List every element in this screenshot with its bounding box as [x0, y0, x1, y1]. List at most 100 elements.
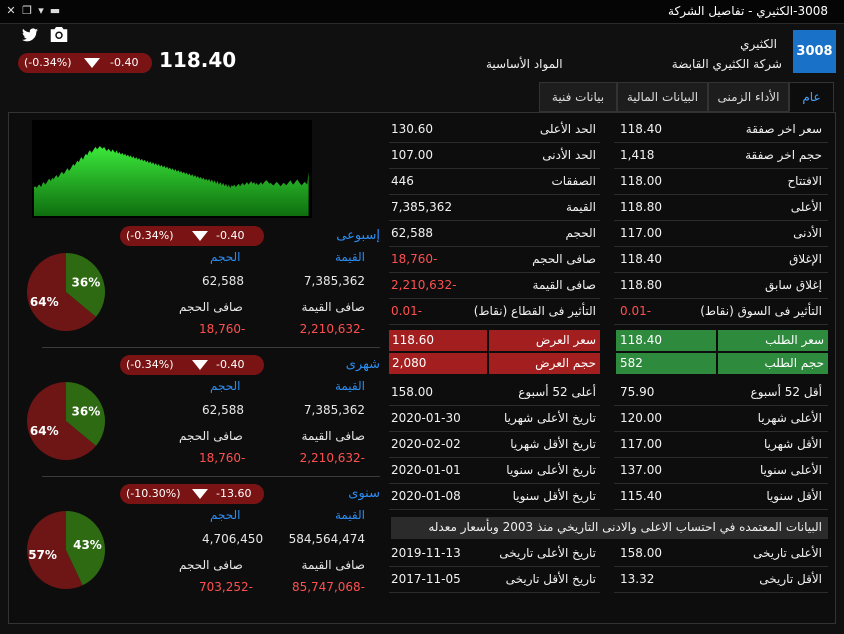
- range-mid-label: تاريخ الأعلى شهريا: [503, 411, 596, 425]
- range-table-right: 75.90 أقل 52 أسبوع 120.00 الأعلى شهريا 117.0…: [614, 380, 828, 510]
- market-mid-label: التأثير فى القطاع (نقاط): [473, 304, 596, 318]
- market-right-value: 118.80: [620, 278, 662, 292]
- intraday-chart: [32, 120, 312, 218]
- buy-sell-pie: 36% 64%: [26, 253, 105, 331]
- net-volume-label: صافى الحجم: [179, 429, 243, 443]
- restore-icon[interactable]: ❐: [20, 4, 34, 18]
- range-right-row: 120.00 الأعلى شهريا: [614, 406, 828, 432]
- market-mid-label: صافى القيمة: [532, 278, 596, 292]
- range-right-value: 75.90: [620, 385, 655, 399]
- net-volume: 703,252-: [199, 580, 253, 594]
- range-right-value: 115.40: [620, 489, 662, 503]
- ask-price-label-cell: سعر العرض: [489, 330, 600, 351]
- market-mid-value: 18,760-: [391, 252, 438, 266]
- range-right-value: 137.00: [620, 463, 662, 477]
- pie-label-sell: 64%: [30, 295, 59, 309]
- market-mid-row: 107.00 الحد الأدنى: [389, 143, 600, 169]
- range-mid-label: تاريخ الأعلى سنويا: [506, 463, 596, 477]
- chevron-down-icon[interactable]: ▾: [34, 4, 48, 18]
- tab-financials[interactable]: البيانات المالية: [617, 82, 708, 112]
- market-right-value: 0.01-: [620, 304, 652, 318]
- range-right-label: أقل 52 أسبوع: [750, 385, 822, 399]
- market-right-value: 117.00: [620, 226, 662, 240]
- change-pill: (-0.34%) -0.40: [18, 53, 152, 73]
- net-value-label: صافى القيمة: [301, 429, 365, 443]
- range-right-value: 120.00: [620, 411, 662, 425]
- period-change-pill: (-0.34%) -0.40: [120, 355, 264, 375]
- net-value: 2,210,632-: [299, 451, 365, 465]
- period-change-value: -13.60: [216, 487, 252, 500]
- period-separator: [42, 476, 380, 477]
- historical-note: البيانات المعتمده في احتساب الاعلى والاد…: [391, 517, 828, 539]
- market-right-value: 118.80: [620, 200, 662, 214]
- market-right-label: التأثير فى السوق (نقاط): [700, 304, 822, 318]
- twitter-icon[interactable]: [22, 28, 42, 46]
- minimize-icon[interactable]: ▬: [48, 4, 62, 18]
- window-title: 3008-الكثيري - تفاصيل الشركة: [668, 4, 828, 18]
- market-right-label: الأعلى: [790, 200, 822, 214]
- ask-volume: 2,080: [392, 356, 427, 370]
- ask-volume-label-cell: حجم العرض: [489, 353, 600, 374]
- market-mid-label: الصفقات: [551, 174, 597, 188]
- period-change-value: -0.40: [216, 358, 245, 371]
- bid-price: 118.40: [620, 333, 662, 347]
- tab-general[interactable]: عام: [789, 82, 834, 112]
- market-right-value: 1,418: [620, 148, 655, 162]
- period-panel: شهرى (-0.34%) -0.40 القيمة الحجم 7,385,362 62,…: [14, 351, 380, 477]
- range-mid-row: 2020-01-08 تاريخ الأقل سنويا: [389, 484, 600, 510]
- market-mid-row: 62,588 الحجم: [389, 221, 600, 247]
- tab-technical[interactable]: بيانات فنية: [539, 82, 617, 112]
- market-mid-value: 107.00: [391, 148, 433, 162]
- volume: 4,706,450: [202, 532, 264, 546]
- ask-price-label: سعر العرض: [535, 333, 596, 347]
- value: 7,385,362: [303, 403, 365, 417]
- camera-icon[interactable]: [50, 27, 70, 45]
- sector-name: المواد الأساسية: [486, 57, 563, 71]
- range-right-label: الأقل سنويا: [766, 489, 822, 503]
- period-change-value: -0.40: [216, 229, 245, 242]
- range-mid-label: تاريخ الأقل شهريا: [510, 437, 596, 451]
- volume: 62,588: [202, 274, 244, 288]
- last-price: 118.40: [159, 48, 237, 72]
- volume-label: الحجم: [210, 379, 241, 393]
- range-mid-label: تاريخ الأقل سنويا: [512, 489, 596, 503]
- pie-label-sell: 64%: [30, 424, 59, 438]
- period-label: شهرى: [345, 357, 380, 372]
- market-table-right: 118.40 سعر اخر صفقة 1,418 حجم اخر صفقة 118.0…: [614, 117, 828, 325]
- hist-right-value: 158.00: [620, 546, 662, 560]
- market-right-label: سعر اخر صفقة: [745, 122, 822, 136]
- hist-mid-label: تاريخ الأقل تاريخى: [505, 572, 596, 586]
- period-panels: إسبوعى (-0.34%) -0.40 القيمة الحجم 7,385,362 6…: [14, 222, 380, 622]
- tab-time-performance[interactable]: الأداء الزمنى: [708, 82, 789, 112]
- buy-sell-pie: 36% 64%: [26, 382, 105, 460]
- market-mid-value: 130.60: [391, 122, 433, 136]
- historical-table-right: 158.00 الأعلى تاريخى 13.32 الأقل تاريخى: [614, 541, 828, 593]
- market-right-row: 118.80 إغلاق سابق: [614, 273, 828, 299]
- range-mid-value: 2020-01-01: [391, 463, 461, 477]
- net-volume-label: صافى الحجم: [179, 558, 243, 572]
- market-right-value: 118.40: [620, 252, 662, 266]
- range-mid-value: 2020-02-02: [391, 437, 461, 451]
- period-change-percent: (-0.34%): [126, 358, 174, 371]
- market-mid-label: القيمة: [565, 200, 596, 214]
- range-mid-value: 2020-01-08: [391, 489, 461, 503]
- value-label: القيمة: [334, 250, 365, 264]
- market-right-label: حجم اخر صفقة: [745, 148, 822, 162]
- period-change-pill: (-0.34%) -0.40: [120, 226, 264, 246]
- pie-label-sell: 57%: [28, 548, 57, 562]
- hist-right-label: الأقل تاريخى: [759, 572, 822, 586]
- market-mid-value: 62,588: [391, 226, 433, 240]
- close-icon[interactable]: ✕: [4, 4, 18, 18]
- period-change-pill: (-10.30%) -13.60: [120, 484, 264, 504]
- market-mid-value: 446: [391, 174, 414, 188]
- bid-volume-label-cell: حجم الطلب: [718, 353, 828, 374]
- market-right-value: 118.00: [620, 174, 662, 188]
- market-right-label: الأدنى: [793, 226, 822, 240]
- range-mid-value: 158.00: [391, 385, 433, 399]
- market-mid-label: الحد الأعلى: [539, 122, 596, 136]
- market-right-label: الإغلاق: [789, 252, 822, 266]
- range-right-label: الأعلى شهريا: [757, 411, 822, 425]
- volume-label: الحجم: [210, 508, 241, 522]
- market-mid-row: 130.60 الحد الأعلى: [389, 117, 600, 143]
- down-arrow-icon: [192, 489, 208, 499]
